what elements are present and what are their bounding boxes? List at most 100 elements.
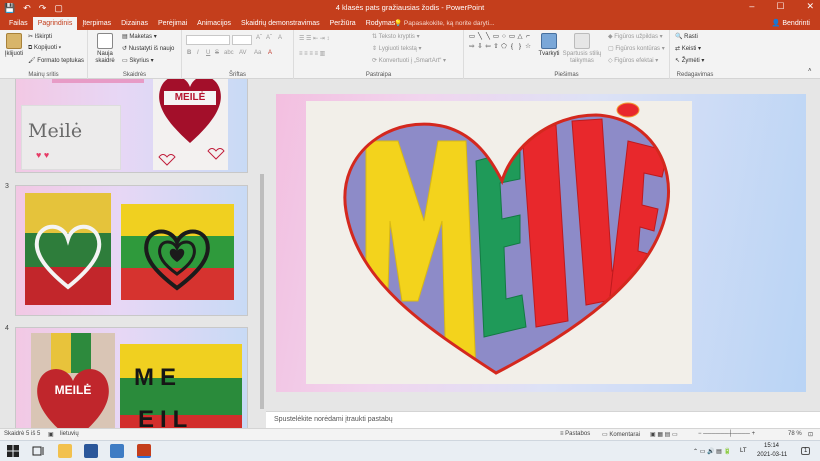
tell-me-search[interactable]: 💡 Papasakokite, ką norite daryti... bbox=[394, 17, 495, 30]
notes-toggle[interactable]: ≡ Pastabos bbox=[560, 431, 590, 437]
shadow-button[interactable]: abc bbox=[224, 50, 234, 56]
zoom-level[interactable]: 78 % bbox=[788, 431, 802, 437]
shape-outline-button[interactable]: ▢ Figūros kontūras ▾ bbox=[608, 45, 665, 52]
align-text-button[interactable]: ⇕ Lygiuoti tekstą ▾ bbox=[372, 45, 422, 52]
notes-pane[interactable]: Spustelėkite norėdami įtraukti pastabų bbox=[266, 411, 820, 428]
current-slide[interactable] bbox=[276, 94, 806, 392]
tab-8[interactable]: Peržiūra bbox=[325, 17, 361, 30]
text-direction-button[interactable]: ⇅ Teksto kryptis ▾ bbox=[372, 33, 420, 40]
format-painter-button[interactable]: 🖌 Formato teptukas bbox=[28, 57, 84, 64]
powerpoint-icon[interactable] bbox=[137, 444, 151, 458]
word-icon[interactable] bbox=[84, 444, 98, 458]
shape-option[interactable]: } bbox=[516, 43, 524, 50]
tab-6[interactable]: Animacijos bbox=[192, 17, 236, 30]
shape-option[interactable]: ☆ bbox=[524, 43, 532, 50]
underline-button[interactable]: U bbox=[206, 50, 210, 56]
close-button[interactable]: ✕ bbox=[806, 1, 814, 12]
input-language[interactable]: LT bbox=[740, 448, 747, 454]
align-icons[interactable]: ≡ ≡ ≡ ≡ ▥ bbox=[299, 50, 325, 57]
clock-date[interactable]: 2021-03-11 bbox=[757, 452, 787, 458]
clear-format-button[interactable]: A bbox=[278, 35, 282, 41]
quick-styles-button[interactable]: Spartusis stilių taikymas bbox=[562, 33, 602, 65]
photos-icon[interactable] bbox=[110, 444, 124, 458]
layout-button[interactable]: ▤ Maketas ▾ bbox=[122, 33, 157, 40]
shape-option[interactable]: ▭ bbox=[508, 33, 516, 40]
strike-button[interactable]: S bbox=[215, 50, 219, 56]
shape-option[interactable]: ⇦ bbox=[484, 43, 492, 50]
collapse-ribbon-icon[interactable]: ˄ bbox=[808, 68, 812, 74]
find-button[interactable]: 🔍 Rasti bbox=[675, 33, 698, 40]
tray-icons[interactable]: ⌃ ▭ 🔊 ▤ 🔋 bbox=[693, 448, 731, 455]
shape-option[interactable]: ╲ bbox=[484, 33, 492, 40]
clock-time[interactable]: 15:14 bbox=[764, 443, 779, 449]
meile-heart-artwork bbox=[343, 102, 671, 375]
paste-button[interactable]: Įklijuoti bbox=[3, 33, 25, 58]
shape-option[interactable]: ⬠ bbox=[500, 43, 508, 50]
zoom-slider[interactable]: − ──────┼──── + bbox=[698, 431, 755, 437]
italic-button[interactable]: I bbox=[197, 50, 199, 56]
scrollbar-thumb[interactable] bbox=[260, 174, 264, 409]
select-button[interactable]: ↖ Žymėti ▾ bbox=[675, 57, 704, 64]
font-name-input[interactable] bbox=[186, 35, 230, 45]
shape-option[interactable]: ╲ bbox=[476, 33, 484, 40]
shrink-font-button[interactable]: Aˇ bbox=[266, 35, 272, 41]
shape-option[interactable]: ▭ bbox=[492, 33, 500, 40]
grow-font-button[interactable]: Aˆ bbox=[256, 35, 262, 41]
tab-3[interactable]: Įterpimas bbox=[77, 17, 116, 30]
fit-slide-icon[interactable]: ⊡ bbox=[808, 431, 813, 438]
new-slide-button[interactable]: Nauja skaidrė bbox=[92, 33, 118, 65]
bullets-icon[interactable]: ☰ ☰ ⇤ ⇥ ↕ bbox=[299, 35, 329, 42]
shape-option[interactable]: ○ bbox=[500, 33, 508, 40]
shapes-gallery[interactable]: ▭ ╲ ╲ ▭ ○ ▭ △ ⌐ ⇨ ⇩ ⇦ ⇧ ⬠{} ☆ bbox=[468, 33, 534, 63]
section-button[interactable]: ▭ Skyrius ▾ bbox=[122, 57, 154, 64]
slide-thumbnail-4[interactable]: MEILĖ ME EIL bbox=[15, 327, 248, 428]
notes-placeholder: Spustelėkite norėdami įtraukti pastabų bbox=[274, 416, 393, 423]
comments-toggle[interactable]: ▭ Komentarai bbox=[602, 431, 640, 438]
shape-fill-button[interactable]: ◆ Figūros užpildas ▾ bbox=[608, 33, 663, 40]
shape-option[interactable]: { bbox=[508, 43, 516, 50]
view-buttons[interactable]: ▣ ▦ ▤ ▭ bbox=[650, 431, 678, 438]
notification-badge[interactable]: 1 bbox=[801, 447, 811, 455]
editor-scrollbar[interactable] bbox=[810, 79, 820, 411]
font-size-input[interactable] bbox=[232, 35, 252, 45]
file-explorer-icon[interactable] bbox=[58, 444, 72, 458]
char-spacing-button[interactable]: AV bbox=[239, 50, 247, 56]
tab-5[interactable]: Perėjimai bbox=[153, 17, 192, 30]
maximize-button[interactable]: ☐ bbox=[776, 1, 784, 12]
share-button[interactable]: 👤 Bendrinti bbox=[772, 17, 810, 30]
minimize-button[interactable]: – bbox=[749, 1, 754, 12]
arrange-icon bbox=[541, 33, 557, 49]
slides-panel-scrollbar[interactable] bbox=[258, 79, 266, 428]
quick-styles-icon bbox=[574, 33, 590, 49]
replace-button[interactable]: ⇄ Keisti ▾ bbox=[675, 45, 701, 52]
cut-button[interactable]: ✂ Iškirpti bbox=[28, 33, 52, 40]
shape-option[interactable]: ▭ bbox=[468, 33, 476, 40]
slide-thumbnail-3[interactable] bbox=[15, 185, 248, 316]
tab-1[interactable]: Failas bbox=[4, 17, 33, 30]
windows-start-icon[interactable] bbox=[6, 444, 20, 458]
reset-button[interactable]: ↺ Nustatyti iš naujo bbox=[122, 45, 174, 52]
shape-option[interactable]: ⌐ bbox=[524, 33, 532, 40]
language-indicator[interactable]: lietuvių bbox=[60, 431, 79, 437]
bold-button[interactable]: B bbox=[187, 50, 191, 56]
copy-button[interactable]: ⧉ Kopijuoti ▾ bbox=[28, 45, 61, 52]
window-controls: – ☐ ✕ bbox=[749, 1, 814, 12]
font-color-button[interactable]: A bbox=[268, 50, 272, 56]
group-label: Piešimas bbox=[554, 72, 579, 78]
shape-option[interactable]: △ bbox=[516, 33, 524, 40]
shape-option[interactable]: ⇩ bbox=[476, 43, 484, 50]
smartart-button[interactable]: ⟳ Konvertuoti į „SmartArt“ ▾ bbox=[372, 57, 446, 64]
tab-2[interactable]: Pagrindinis bbox=[32, 17, 78, 30]
taskbar: ⌃ ▭ 🔊 ▤ 🔋 LT 15:14 2021-03-11 1 bbox=[0, 440, 820, 461]
spellcheck-icon[interactable]: ▣ bbox=[48, 431, 54, 438]
change-case-button[interactable]: Aa bbox=[254, 50, 261, 56]
tab-7[interactable]: Skaidrių demonstravimas bbox=[236, 17, 325, 30]
tab-4[interactable]: Dizainas bbox=[116, 17, 153, 30]
flag-nested-hearts-image bbox=[121, 204, 234, 300]
slide-thumbnail-2[interactable]: Meilė ♥ ♥ MEILĖ bbox=[15, 79, 248, 173]
shape-effects-button[interactable]: ◇ Figūros efektai ▾ bbox=[608, 57, 658, 64]
shape-option[interactable]: ⇨ bbox=[468, 43, 476, 50]
arrange-button[interactable]: Tvarkyti bbox=[538, 33, 560, 58]
task-view-icon[interactable] bbox=[31, 444, 45, 458]
shape-option[interactable]: ⇧ bbox=[492, 43, 500, 50]
